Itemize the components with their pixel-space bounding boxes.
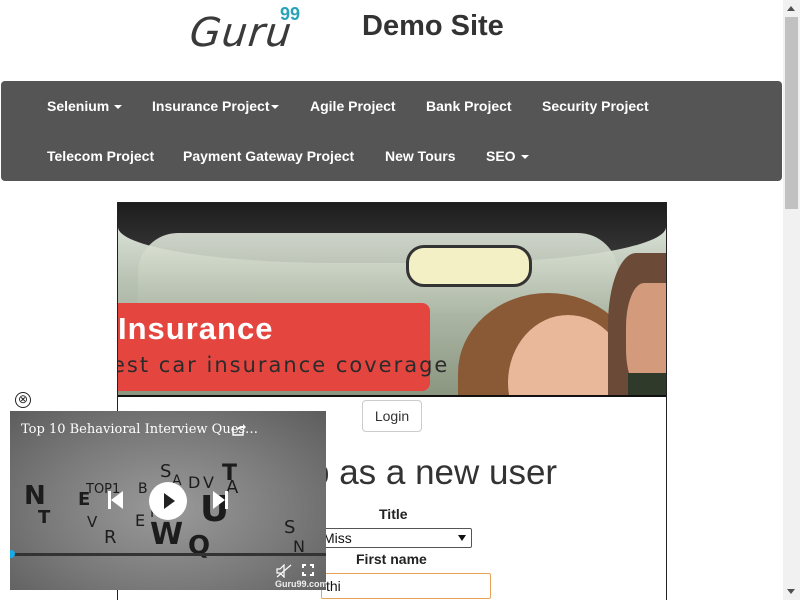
signup-heading: p as a new user bbox=[310, 453, 558, 492]
scroll-down-arrow-icon[interactable] bbox=[783, 583, 800, 600]
nav-item-new-tours[interactable]: New Tours bbox=[385, 148, 456, 164]
video-word: S bbox=[284, 517, 296, 538]
video-word: Q bbox=[188, 531, 211, 561]
video-word: S bbox=[160, 461, 172, 482]
insurance-banner-image: Insurance est car insurance coverage bbox=[118, 203, 666, 397]
nav-item-insurance-project[interactable]: Insurance Project bbox=[152, 98, 279, 114]
chevron-down-icon bbox=[114, 105, 123, 110]
nav-label: Selenium bbox=[47, 98, 110, 114]
nav-item-agile-project[interactable]: Agile Project bbox=[310, 98, 396, 114]
chevron-down-icon bbox=[520, 155, 529, 160]
nav-item-payment-gateway-project[interactable]: Payment Gateway Project bbox=[183, 148, 354, 164]
first-name-label: First name bbox=[356, 551, 427, 567]
nav-item-seo[interactable]: SEO bbox=[486, 148, 529, 164]
chevron-down-icon bbox=[458, 535, 466, 541]
scroll-up-arrow-icon[interactable] bbox=[783, 0, 800, 17]
nav-label: Insurance Project bbox=[152, 98, 270, 114]
banner-title: Insurance bbox=[118, 311, 274, 346]
floating-video-player[interactable]: Top 10 Behavioral Interview Ques… N T TO… bbox=[10, 411, 326, 590]
video-word: R bbox=[104, 527, 117, 548]
title-select-value: Miss bbox=[323, 530, 352, 546]
main-navbar: Selenium Insurance Project Agile Project… bbox=[1, 81, 782, 181]
mute-icon[interactable] bbox=[276, 563, 292, 579]
title-select[interactable]: Miss bbox=[318, 528, 472, 548]
video-watermark: Guru99.com bbox=[275, 579, 326, 589]
video-progress-bar[interactable] bbox=[10, 550, 326, 558]
video-word: D bbox=[188, 473, 201, 492]
scrollbar-thumb[interactable] bbox=[785, 17, 798, 209]
man-jacket-shape bbox=[628, 373, 666, 395]
video-word: E bbox=[78, 489, 91, 510]
video-word: W bbox=[150, 517, 184, 552]
close-video-button[interactable]: ⊗ bbox=[15, 392, 31, 408]
site-title: Demo Site bbox=[362, 10, 504, 42]
video-title[interactable]: Top 10 Behavioral Interview Ques… bbox=[21, 422, 258, 437]
login-button[interactable]: Login bbox=[362, 400, 422, 432]
video-word: T bbox=[38, 507, 51, 528]
nav-item-bank-project[interactable]: Bank Project bbox=[426, 98, 512, 114]
video-word: V bbox=[87, 513, 98, 531]
video-word: B bbox=[138, 481, 148, 497]
couple-photo-graphic bbox=[418, 253, 666, 395]
page-scrollbar[interactable] bbox=[783, 0, 800, 600]
logo-text: Guru bbox=[187, 10, 295, 56]
nav-item-selenium[interactable]: Selenium bbox=[47, 98, 123, 114]
nav-label: SEO bbox=[486, 148, 516, 164]
video-word: E bbox=[135, 511, 146, 530]
fullscreen-icon[interactable] bbox=[301, 563, 315, 577]
nav-item-telecom-project[interactable]: Telecom Project bbox=[47, 148, 154, 164]
guru99-logo[interactable]: Guru 99 bbox=[187, 4, 310, 56]
logo-superscript: 99 bbox=[280, 4, 301, 24]
chevron-down-icon bbox=[270, 105, 279, 110]
play-icon[interactable] bbox=[149, 482, 187, 520]
nav-item-security-project[interactable]: Security Project bbox=[542, 98, 649, 114]
banner-subtitle: est car insurance coverage bbox=[118, 353, 450, 377]
first-name-input[interactable]: thi bbox=[321, 573, 491, 599]
progress-handle[interactable] bbox=[10, 550, 15, 558]
title-label: Title bbox=[379, 506, 408, 522]
share-icon[interactable] bbox=[232, 422, 246, 436]
